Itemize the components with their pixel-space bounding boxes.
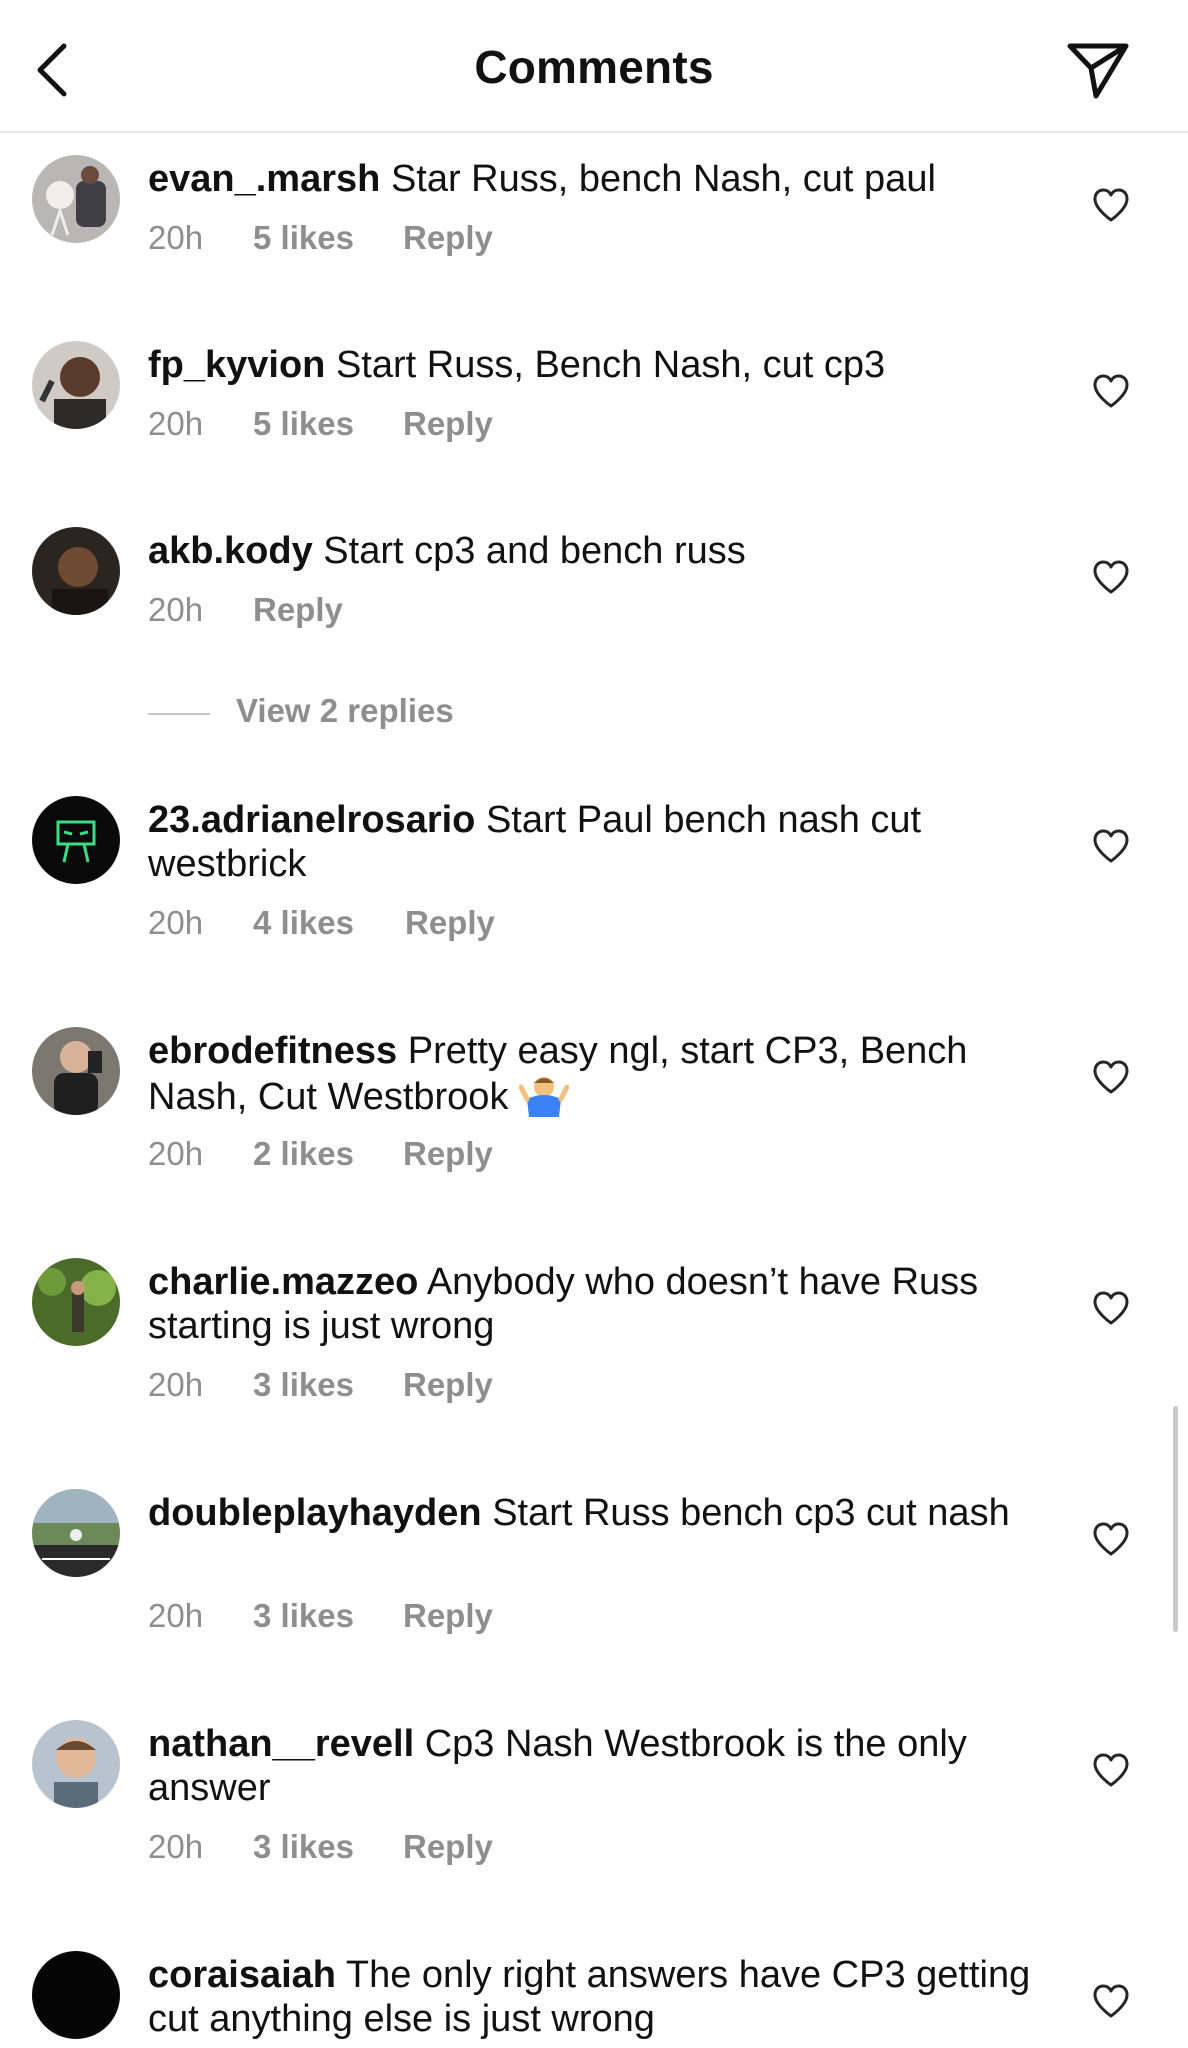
- likes-count[interactable]: 5 likes: [253, 219, 354, 257]
- likes-count[interactable]: 5 likes: [253, 405, 354, 443]
- likes-count[interactable]: 3 likes: [253, 1597, 354, 1635]
- username[interactable]: coraisaiah: [148, 1954, 336, 1996]
- avatar[interactable]: [32, 155, 120, 243]
- comment-item: akb.kody Start cp3 and bench russ 20h Re…: [0, 527, 1188, 637]
- avatar[interactable]: [32, 527, 120, 615]
- comment-body: Start Russ, Bench Nash, cut cp3: [335, 344, 886, 386]
- avatar[interactable]: [32, 341, 120, 429]
- timestamp: 20h: [148, 1597, 204, 1634]
- comment-text: akb.kody Start cp3 and bench russ: [148, 529, 1038, 573]
- timestamp: 20h: [148, 1828, 204, 1865]
- comment-text: evan_.marsh Star Russ, bench Nash, cut p…: [148, 157, 1038, 201]
- username[interactable]: charlie.mazzeo: [148, 1261, 418, 1303]
- heart-icon[interactable]: [1092, 373, 1130, 409]
- likes-count[interactable]: 3 likes: [253, 1828, 354, 1866]
- heart-icon[interactable]: [1092, 1752, 1130, 1788]
- comment-item: ebrodefitness Pretty easy ngl, start CP3…: [0, 1027, 1188, 1187]
- heart-icon[interactable]: [1092, 1983, 1130, 2019]
- comment-text: ebrodefitness Pretty easy ngl, start CP3…: [148, 1029, 1038, 1119]
- heart-icon[interactable]: [1092, 559, 1130, 595]
- avatar[interactable]: [32, 1720, 120, 1808]
- avatar[interactable]: [32, 1027, 120, 1115]
- username[interactable]: ebrodefitness: [148, 1030, 397, 1072]
- comment-item: evan_.marsh Star Russ, bench Nash, cut p…: [0, 155, 1188, 315]
- comment-text: coraisaiah The only right answers have C…: [148, 1953, 1038, 2041]
- avatar[interactable]: [32, 796, 120, 884]
- reply-button[interactable]: Reply: [403, 405, 493, 443]
- likes-count[interactable]: 2 likes: [253, 1135, 354, 1173]
- reply-button[interactable]: Reply: [253, 591, 343, 629]
- username[interactable]: nathan__revell: [148, 1723, 414, 1765]
- likes-count[interactable]: 3 likes: [253, 1366, 354, 1404]
- comment-item: 23.adrianelrosario Start Paul bench nash…: [0, 796, 1188, 956]
- reply-button[interactable]: Reply: [405, 904, 495, 942]
- reply-button[interactable]: Reply: [403, 219, 493, 257]
- timestamp: 20h: [148, 219, 204, 256]
- paper-plane-icon: [1067, 43, 1129, 99]
- username[interactable]: akb.kody: [148, 530, 313, 572]
- page-title: Comments: [474, 41, 714, 93]
- comment-body: Start Russ bench cp3 cut nash: [492, 1492, 1010, 1534]
- heart-icon[interactable]: [1092, 1059, 1130, 1095]
- comment-text: fp_kyvion Start Russ, Bench Nash, cut cp…: [148, 343, 1038, 387]
- timestamp: 20h: [148, 1135, 204, 1172]
- view-replies-label: View 2 replies: [236, 692, 454, 729]
- comment-body: Star Russ, bench Nash, cut paul: [390, 158, 936, 200]
- reply-button[interactable]: Reply: [403, 1597, 493, 1635]
- username[interactable]: fp_kyvion: [148, 344, 325, 386]
- username[interactable]: 23.adrianelrosario: [148, 799, 475, 841]
- username[interactable]: doubleplayhayden: [148, 1492, 482, 1534]
- reply-button[interactable]: Reply: [403, 1828, 493, 1866]
- reply-button[interactable]: Reply: [403, 1135, 493, 1173]
- heart-icon[interactable]: [1092, 187, 1130, 223]
- timestamp: 20h: [148, 1366, 204, 1403]
- comment-text: charlie.mazzeo Anybody who doesn’t have …: [148, 1260, 1038, 1348]
- username[interactable]: evan_.marsh: [148, 158, 380, 200]
- comment-text: nathan__revell Cp3 Nash Westbrook is the…: [148, 1722, 1038, 1810]
- timestamp: 20h: [148, 904, 204, 941]
- timestamp: 20h: [148, 405, 204, 442]
- likes-count[interactable]: 4 likes: [253, 904, 354, 942]
- comment-text: doubleplayhayden Start Russ bench cp3 cu…: [148, 1491, 1038, 1535]
- timestamp: 20h: [148, 591, 204, 628]
- reply-button[interactable]: Reply: [403, 1366, 493, 1404]
- scrollbar[interactable]: [1173, 1406, 1178, 1632]
- share-button[interactable]: [1066, 38, 1130, 102]
- person-shrugging-emoji: [518, 1073, 570, 1117]
- comment-item: charlie.mazzeo Anybody who doesn’t have …: [0, 1258, 1188, 1418]
- avatar[interactable]: [32, 1951, 120, 2039]
- comment-text: 23.adrianelrosario Start Paul bench nash…: [148, 798, 1038, 886]
- comments-header: Comments: [0, 0, 1188, 133]
- avatar[interactable]: [32, 1489, 120, 1577]
- comment-item: fp_kyvion Start Russ, Bench Nash, cut cp…: [0, 341, 1188, 501]
- heart-icon[interactable]: [1092, 828, 1130, 864]
- comment-item: coraisaiah The only right answers have C…: [0, 1951, 1188, 2048]
- comment-body: Start cp3 and bench russ: [323, 530, 746, 572]
- replies-divider: [148, 713, 210, 715]
- comment-item: doubleplayhayden Start Russ bench cp3 cu…: [0, 1489, 1188, 1649]
- heart-icon[interactable]: [1092, 1521, 1130, 1557]
- heart-icon[interactable]: [1092, 1290, 1130, 1326]
- avatar[interactable]: [32, 1258, 120, 1346]
- comment-item: nathan__revell Cp3 Nash Westbrook is the…: [0, 1720, 1188, 1880]
